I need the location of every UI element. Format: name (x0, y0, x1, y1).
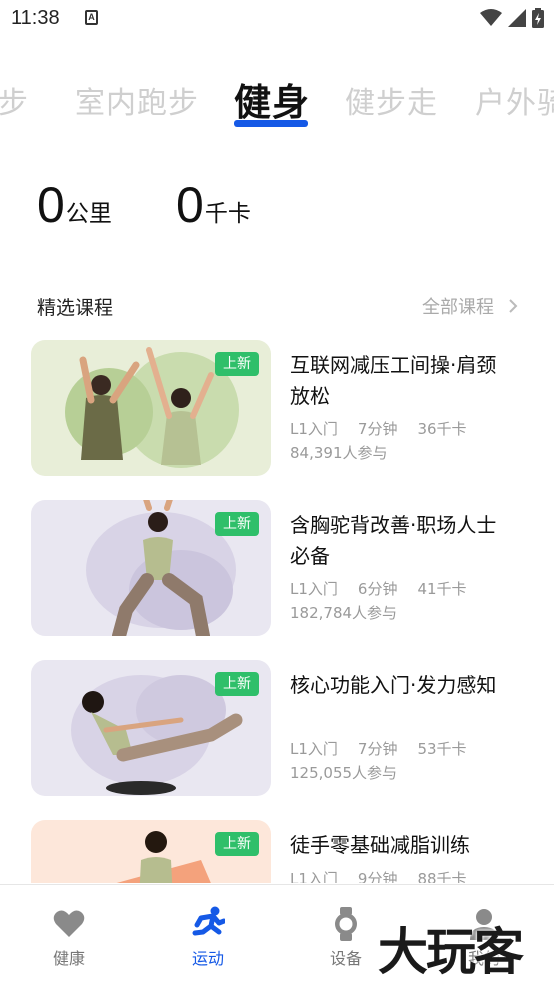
course-meta: L1入门 7分钟 53千卡 (290, 738, 487, 759)
status-icons (480, 8, 544, 28)
new-badge: 上新 (215, 512, 259, 536)
course-level: L1入门 (290, 870, 338, 883)
course-list: 上新 互联网减压工间操·肩颈放松 L1入门 7分钟 36千卡 84,391人参与… (31, 340, 531, 883)
course-title: 徒手零基础减脂训练 (290, 833, 470, 857)
course-level: L1入门 (290, 740, 338, 758)
calories-value: 0 (176, 177, 204, 233)
course-level: L1入门 (290, 580, 338, 598)
tab-outdoor-cycling[interactable]: 户外骑 (475, 78, 554, 122)
course-card[interactable]: 上新 含胸驼背改善·职场人士必备 L1入门 6分钟 41千卡 182,784人参… (31, 500, 531, 636)
course-meta: L1入门 9分钟 88千卡 (290, 868, 487, 883)
course-thumbnail: 上新 (31, 500, 271, 636)
new-badge: 上新 (215, 672, 259, 696)
nav-label: 健康 (52, 949, 85, 968)
calories-unit: 千卡 (204, 201, 251, 227)
watermark: 大玩客 (378, 923, 524, 981)
new-badge: 上新 (215, 832, 259, 856)
tab-indoor-running[interactable]: 室内跑步 (75, 78, 199, 122)
course-calories: 41千卡 (417, 580, 467, 598)
all-courses-link[interactable]: 全部课程 (422, 293, 518, 319)
nav-item-exercise[interactable]: 运动 (168, 906, 248, 969)
status-time: 11:38 (11, 7, 60, 29)
new-badge: 上新 (215, 352, 259, 376)
tab-fitness[interactable]: 健身 (234, 72, 310, 126)
course-thumbnail: 上新 (31, 340, 271, 476)
distance-value: 0 (37, 177, 65, 233)
signal-icon (508, 9, 526, 27)
tab-running[interactable]: 步 (0, 78, 29, 122)
calories-stat: 0 千卡 (176, 180, 251, 230)
nav-label: 设备 (329, 949, 362, 968)
course-calories: 88千卡 (417, 870, 467, 883)
course-duration: 9分钟 (357, 870, 398, 883)
course-duration: 7分钟 (357, 740, 398, 758)
course-title: 核心功能入门·发力感知 (290, 673, 497, 697)
course-calories: 53千卡 (417, 740, 467, 758)
distance-unit: 公里 (65, 201, 112, 227)
wifi-icon (480, 9, 502, 26)
course-calories: 36千卡 (417, 420, 467, 438)
battery-icon (532, 8, 544, 28)
tab-walking[interactable]: 健步走 (345, 78, 438, 122)
nav-item-health[interactable]: 健康 (29, 907, 109, 969)
section-title: 精选课程 (37, 297, 114, 319)
heart-icon (53, 910, 85, 937)
notification-icon: A (85, 10, 98, 25)
course-thumbnail: 上新 (31, 820, 271, 883)
running-icon (192, 906, 225, 936)
course-level: L1入门 (290, 420, 338, 438)
all-courses-label: 全部课程 (422, 297, 494, 318)
status-bar: 11:38 A (0, 0, 554, 38)
course-card[interactable]: 上新 核心功能入门·发力感知 L1入门 7分钟 53千卡 125,055人参与 (31, 660, 531, 796)
course-card[interactable]: 上新 徒手零基础减脂训练 L1入门 9分钟 88千卡 (31, 820, 531, 883)
course-meta: L1入门 6分钟 41千卡 (290, 578, 487, 599)
course-participants: 125,055人参与 (290, 764, 398, 782)
course-thumbnail: 上新 (31, 660, 271, 796)
course-duration: 6分钟 (357, 580, 398, 598)
sport-tabs: 步 室内跑步 健身 健步走 户外骑 (0, 70, 554, 132)
chevron-right-icon (509, 299, 518, 313)
course-title: 含胸驼背改善·职场人士必备 (290, 513, 497, 568)
course-participants: 84,391人参与 (290, 444, 388, 462)
course-title: 互联网减压工间操·肩颈放松 (290, 353, 497, 408)
nav-label: 运动 (191, 949, 224, 968)
course-card[interactable]: 上新 互联网减压工间操·肩颈放松 L1入门 7分钟 36千卡 84,391人参与 (31, 340, 531, 476)
distance-stat: 0 公里 (37, 180, 112, 230)
course-duration: 7分钟 (357, 420, 398, 438)
nav-item-devices[interactable]: 设备 (306, 907, 386, 969)
course-participants: 182,784人参与 (290, 604, 398, 622)
course-meta: L1入门 7分钟 36千卡 (290, 418, 487, 439)
active-tab-indicator (234, 120, 308, 127)
watch-icon (335, 907, 357, 941)
